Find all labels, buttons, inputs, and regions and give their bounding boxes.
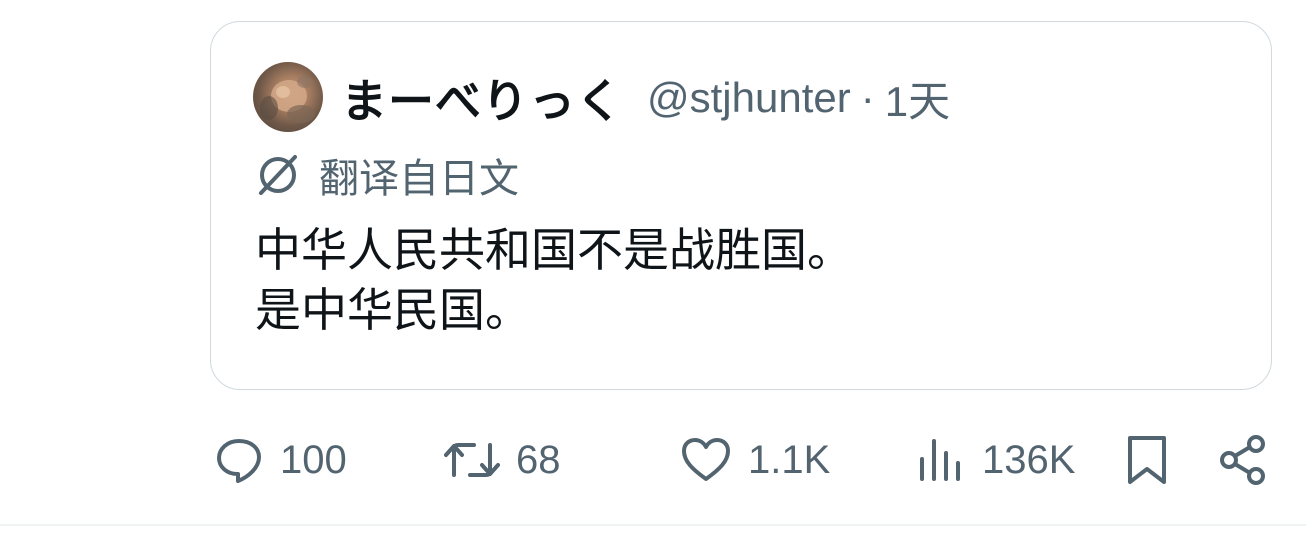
- tweet-text: 中华人民共和国不是战胜国。 是中华民国。: [255, 220, 853, 340]
- tweet-text-line: 中华人民共和国不是战胜国。: [255, 223, 853, 277]
- like-button[interactable]: 1.1K: [680, 433, 830, 487]
- author-handle[interactable]: @stjhunter: [647, 74, 851, 122]
- like-icon: [680, 435, 732, 485]
- meta-separator: ·: [860, 74, 875, 121]
- translate-icon: [255, 152, 301, 198]
- tweet-header: まーべりっく @stjhunter · 1天: [341, 68, 950, 128]
- reply-button[interactable]: 100: [214, 433, 347, 487]
- repost-button[interactable]: 68: [444, 433, 561, 487]
- translation-notice[interactable]: 翻译自日文: [255, 150, 519, 202]
- quoted-tweet-card[interactable]: まーべりっく @stjhunter · 1天 翻译自日文 中华人民共和国不是战胜…: [210, 21, 1272, 390]
- bookmark-button[interactable]: [1124, 433, 1170, 487]
- avatar-image: [260, 76, 315, 123]
- share-icon: [1218, 434, 1268, 486]
- tweet-divider: [0, 524, 1306, 526]
- reply-icon: [214, 435, 264, 485]
- repost-icon: [444, 435, 500, 485]
- share-button[interactable]: [1218, 433, 1268, 487]
- translation-label: 翻译自日文: [319, 156, 519, 202]
- like-count: 1.1K: [748, 437, 831, 482]
- author-display-name[interactable]: まーべりっく: [341, 65, 623, 131]
- reply-count: 100: [280, 437, 347, 482]
- views-button[interactable]: 136K: [914, 433, 1075, 487]
- views-icon: [914, 435, 966, 485]
- repost-count: 68: [516, 437, 561, 482]
- tweet-text-line: 是中华民国。: [255, 283, 531, 337]
- bookmark-icon: [1124, 434, 1170, 486]
- avatar[interactable]: [253, 62, 323, 132]
- views-count: 136K: [982, 437, 1076, 482]
- tweet-timestamp[interactable]: 1天: [885, 68, 950, 129]
